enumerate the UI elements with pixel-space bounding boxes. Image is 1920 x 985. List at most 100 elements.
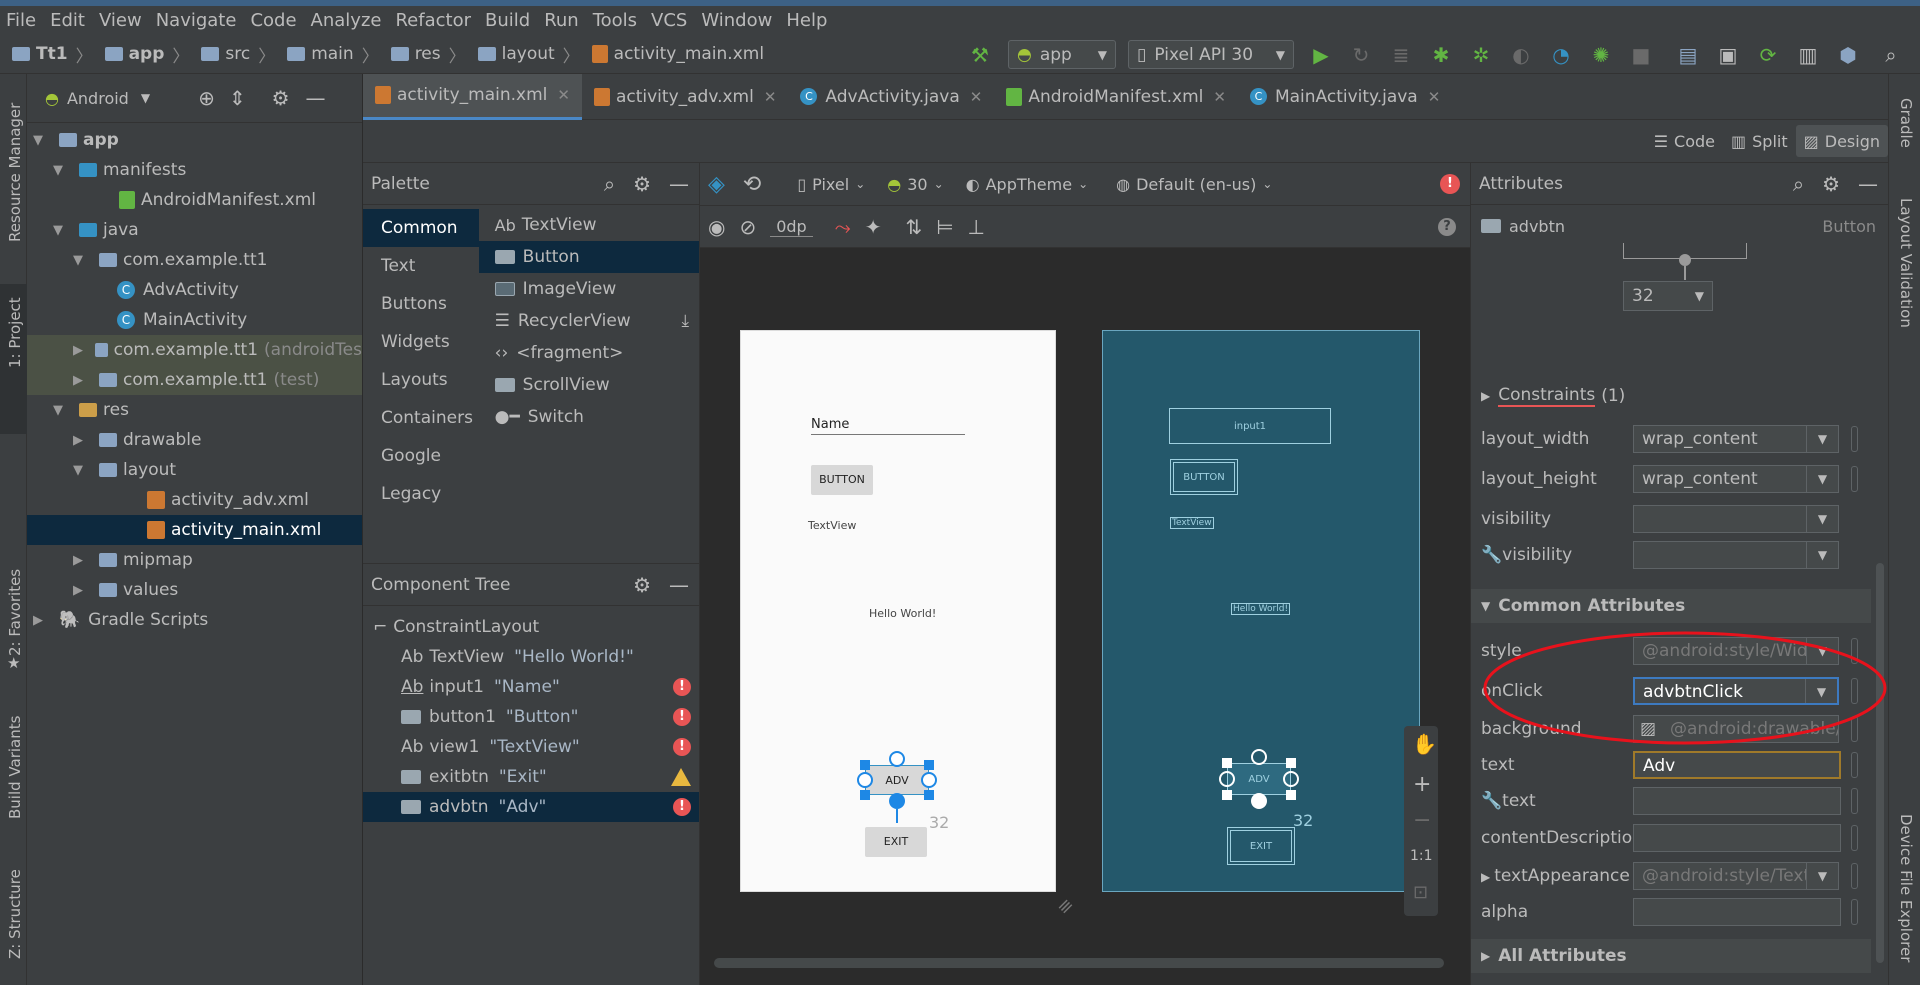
align-icon[interactable]: ⊨ bbox=[936, 215, 953, 239]
device-dropdown[interactable]: ▯ Pixel ⌄ bbox=[797, 175, 865, 194]
tab-activity-main[interactable]: activity_main.xml ✕ bbox=[363, 73, 582, 120]
pan-hand-icon[interactable]: ✋ bbox=[1412, 732, 1437, 756]
menu-window[interactable]: Window bbox=[701, 10, 772, 31]
locate-icon[interactable]: ⊕ bbox=[198, 86, 215, 110]
breadcrumb-src[interactable]: src 〉 bbox=[201, 42, 275, 67]
tab-mainactivity[interactable]: C MainActivity.java ✕ bbox=[1238, 74, 1452, 120]
constraints-section[interactable]: ▶ Constraints (1) bbox=[1481, 385, 1625, 407]
gradle-tab[interactable]: Gradle bbox=[1897, 98, 1915, 148]
project-structure-icon[interactable]: ▤ bbox=[1677, 44, 1699, 66]
locale-dropdown[interactable]: ◍ Default (en-us) ⌄ bbox=[1116, 175, 1272, 194]
sync-gradle-icon[interactable]: ⟳ bbox=[1757, 44, 1779, 66]
default-margin-field[interactable]: 0dp bbox=[770, 217, 813, 237]
run-icon[interactable]: ▶ bbox=[1310, 44, 1332, 66]
tree-item-advactivity[interactable]: C AdvActivity bbox=[27, 275, 362, 305]
tree-item-gradle-scripts[interactable]: ▶ 🐘 Gradle Scripts bbox=[27, 605, 362, 635]
component-view1[interactable]: Ab view1 "TextView"! bbox=[363, 732, 699, 762]
component-exitbtn[interactable]: exitbtn "Exit" bbox=[363, 762, 699, 792]
api-dropdown[interactable]: ◓ 30 ⌄ bbox=[887, 175, 943, 194]
tab-androidmanifest[interactable]: AndroidManifest.xml ✕ bbox=[994, 74, 1238, 120]
sdk-manager-icon[interactable]: ⬢ bbox=[1837, 44, 1859, 66]
help-icon[interactable]: ? bbox=[1438, 217, 1456, 236]
menu-build[interactable]: Build bbox=[485, 10, 530, 31]
constraint-anchor-top[interactable] bbox=[1251, 749, 1267, 765]
layout-validation-tab[interactable]: Layout Validation bbox=[1897, 198, 1915, 328]
resize-handle[interactable] bbox=[924, 790, 934, 800]
coverage-icon[interactable]: ◐ bbox=[1510, 44, 1532, 66]
tree-item-package-androidtest[interactable]: ▶ com.example.tt1 (androidTes bbox=[27, 335, 362, 365]
tree-item-drawable[interactable]: ▶ drawable bbox=[27, 425, 362, 455]
menu-help[interactable]: Help bbox=[786, 10, 827, 31]
breadcrumb-project[interactable]: Tt1 〉 bbox=[12, 42, 93, 67]
infer-constraints-icon[interactable]: ✦ bbox=[865, 215, 882, 239]
split-mode-button[interactable]: ▥ Split bbox=[1723, 132, 1796, 151]
attr-reference-handle[interactable] bbox=[1851, 788, 1858, 814]
common-attributes-section[interactable]: ▼ Common Attributes bbox=[1471, 589, 1871, 623]
blueprint-adv-button[interactable]: ADV bbox=[1227, 763, 1291, 795]
menu-refactor[interactable]: Refactor bbox=[395, 10, 471, 31]
preview-textview[interactable]: TextView bbox=[808, 519, 856, 532]
search-icon[interactable]: ⌕ bbox=[1793, 172, 1804, 196]
breadcrumb-layout[interactable]: layout 〉 bbox=[477, 42, 580, 67]
attr-reference-handle[interactable] bbox=[1851, 863, 1858, 889]
error-icon[interactable]: ! bbox=[673, 738, 691, 756]
alpha-input[interactable] bbox=[1633, 898, 1841, 926]
project-view-select[interactable]: Android bbox=[67, 89, 129, 108]
menu-view[interactable]: View bbox=[99, 10, 142, 31]
error-indicator-icon[interactable]: ! bbox=[1440, 174, 1460, 194]
favorites-tab[interactable]: 2: Favorites bbox=[6, 569, 24, 656]
chevron-down-icon[interactable]: ▼ bbox=[141, 91, 150, 105]
gear-icon[interactable]: ⚙ bbox=[633, 172, 651, 196]
blueprint-surface[interactable]: input1 BUTTON TextView Hello World! ADV … bbox=[1102, 330, 1420, 892]
blueprint-hello-world[interactable]: Hello World! bbox=[1231, 603, 1291, 615]
palette-item-switch[interactable]: ●━ Switch bbox=[479, 401, 699, 433]
attach-debugger-icon[interactable]: ✲ bbox=[1470, 44, 1492, 66]
blueprint-input1[interactable]: input1 bbox=[1169, 408, 1331, 444]
constraint-widget-anchor[interactable] bbox=[1679, 254, 1691, 266]
constraint-anchor-bottom[interactable] bbox=[1251, 793, 1267, 809]
component-root[interactable]: ⌐ ConstraintLayout bbox=[363, 612, 699, 642]
close-icon[interactable]: ✕ bbox=[970, 88, 983, 106]
palette-category-widgets[interactable]: Widgets bbox=[363, 323, 479, 361]
layers-icon[interactable]: ◈ bbox=[708, 172, 725, 197]
design-surface[interactable]: Name BUTTON TextView Hello World! ADV 32… bbox=[740, 330, 1056, 892]
design-canvas[interactable]: Name BUTTON TextView Hello World! ADV 32… bbox=[700, 248, 1470, 985]
resource-manager-tab[interactable]: Resource Manager bbox=[6, 103, 24, 242]
menu-code[interactable]: Code bbox=[250, 10, 296, 31]
component-textview[interactable]: Ab TextView "Hello World!" bbox=[363, 642, 699, 672]
menu-run[interactable]: Run bbox=[544, 10, 579, 31]
build-hammer-icon[interactable]: ⚒ bbox=[969, 44, 991, 66]
preview-button1[interactable]: BUTTON bbox=[811, 465, 873, 495]
device-select[interactable]: ▯ Pixel API 30 ▼ bbox=[1128, 40, 1294, 69]
preview-adv-button[interactable]: ADV bbox=[865, 765, 929, 795]
constraint-margin-select[interactable]: 32 ▼ bbox=[1623, 281, 1713, 311]
device-manager-icon[interactable]: ▥ bbox=[1797, 44, 1819, 66]
menu-vcs[interactable]: VCS bbox=[651, 10, 687, 31]
resize-grip-icon[interactable]: ≡ bbox=[1053, 894, 1079, 920]
device-file-explorer-tab[interactable]: Device File Explorer bbox=[1897, 814, 1915, 962]
component-advbtn[interactable]: advbtn "Adv"! bbox=[363, 792, 699, 822]
zoom-out-icon[interactable]: − bbox=[1413, 808, 1431, 833]
tree-item-layout[interactable]: ▼ layout bbox=[27, 455, 362, 485]
palette-category-layouts[interactable]: Layouts bbox=[363, 361, 479, 399]
text-input[interactable]: Adv bbox=[1633, 751, 1841, 779]
resize-handle[interactable] bbox=[1286, 758, 1296, 768]
tab-advactivity[interactable]: C AdvActivity.java ✕ bbox=[788, 74, 994, 120]
zoom-in-icon[interactable]: + bbox=[1413, 772, 1431, 797]
magnet-off-icon[interactable]: ⊘ bbox=[739, 215, 756, 239]
tree-item-androidmanifest[interactable]: AndroidManifest.xml bbox=[27, 185, 362, 215]
eye-icon[interactable]: ◉ bbox=[708, 215, 725, 239]
warning-icon[interactable] bbox=[671, 768, 691, 786]
resize-handle[interactable] bbox=[860, 760, 870, 770]
attach-process-icon[interactable]: ✺ bbox=[1590, 44, 1612, 66]
error-icon[interactable]: ! bbox=[673, 678, 691, 696]
constraint-anchor-top[interactable] bbox=[889, 751, 905, 767]
attr-reference-handle[interactable] bbox=[1851, 825, 1858, 851]
blueprint-exit-button[interactable]: EXIT bbox=[1227, 827, 1295, 865]
menu-tools[interactable]: Tools bbox=[593, 10, 637, 31]
close-icon[interactable]: ✕ bbox=[764, 88, 777, 106]
palette-category-common[interactable]: Common bbox=[363, 209, 479, 247]
palette-item-fragment[interactable]: ‹› <fragment> bbox=[479, 337, 699, 369]
close-icon[interactable]: ✕ bbox=[1213, 88, 1226, 106]
gear-icon[interactable]: ⚙ bbox=[1822, 172, 1840, 196]
